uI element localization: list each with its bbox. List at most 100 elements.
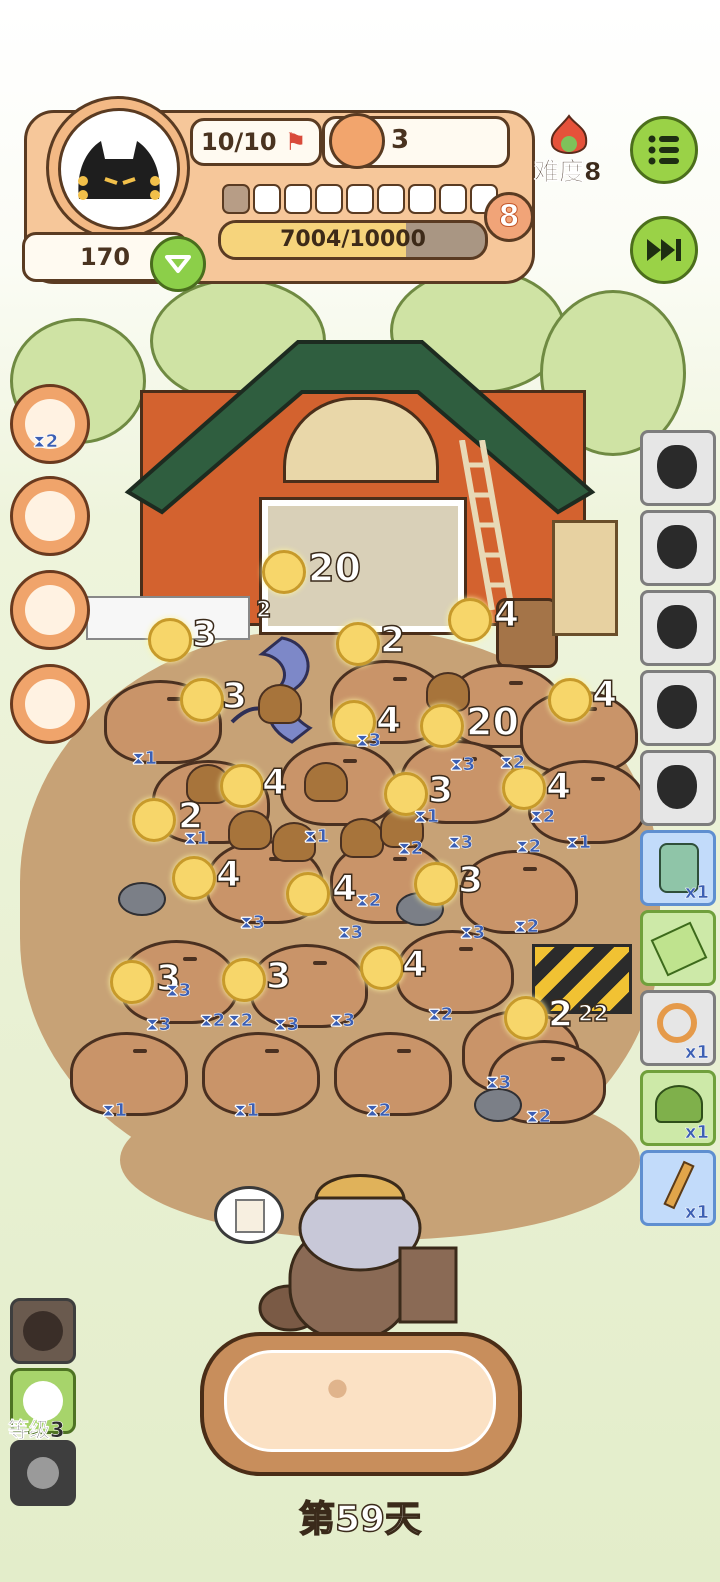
item-count: x1	[684, 1122, 710, 1144]
count-label: 4	[493, 593, 520, 636]
heart-button[interactable]	[150, 236, 206, 292]
food-value: 3	[391, 125, 410, 155]
hourglass-timer: ⧗1	[102, 1100, 128, 1122]
paw-coin[interactable]	[336, 622, 380, 666]
paw-coin[interactable]	[448, 598, 492, 642]
paw-coin[interactable]	[548, 678, 592, 722]
poop[interactable]	[340, 818, 384, 858]
item-slot[interactable]	[640, 750, 716, 826]
tent-icon	[655, 1085, 703, 1123]
paw-coin[interactable]	[220, 764, 264, 808]
paw-coin[interactable]	[110, 960, 154, 1004]
item-count: x1	[684, 1042, 710, 1064]
item-slot[interactable]: x1	[640, 1150, 716, 1226]
trash-bag-icon	[657, 605, 697, 649]
keeper-character[interactable]	[250, 1158, 460, 1338]
menu-button[interactable]	[630, 116, 698, 184]
coin-value: 170	[79, 243, 131, 271]
item-count: x1	[684, 882, 710, 904]
trash-bag-icon	[657, 685, 697, 729]
item-slot[interactable]: x1	[640, 830, 716, 906]
level-badge: 8	[484, 192, 534, 242]
count-label: 20	[465, 699, 519, 745]
hourglass-timer: ⧗3	[356, 730, 382, 752]
fast-forward-button[interactable]	[630, 216, 698, 284]
count-label: 3	[427, 769, 454, 812]
paw-coin[interactable]	[262, 550, 306, 594]
poop[interactable]	[228, 810, 272, 850]
cat-treat-button[interactable]: ⧗2	[10, 384, 90, 464]
hourglass-timer: ⧗2	[516, 836, 542, 858]
box-button[interactable]	[10, 570, 90, 650]
hourglass-timer: ⧗2	[33, 431, 59, 453]
food-bowl-icon	[329, 113, 385, 169]
food-bowl-icon	[25, 491, 75, 541]
item-slot[interactable]: x1	[640, 1070, 716, 1146]
trash-bag-icon	[657, 765, 697, 809]
hourglass-timer: ⧗1	[234, 1100, 260, 1122]
food-bowl-button[interactable]	[10, 1298, 76, 1364]
count-label: 4	[591, 673, 618, 716]
avatar[interactable]	[58, 108, 180, 230]
level-segment	[253, 184, 281, 214]
level-segment	[346, 184, 374, 214]
action-pad[interactable]: ●	[200, 1332, 522, 1476]
level-segment	[377, 184, 405, 214]
level-segment	[439, 184, 467, 214]
level-segment	[315, 184, 343, 214]
paw-coin[interactable]	[360, 946, 404, 990]
poop[interactable]	[258, 684, 302, 724]
mouse[interactable]	[474, 1088, 522, 1122]
hourglass-timer: ⧗2	[356, 890, 382, 912]
item-slot[interactable]	[640, 590, 716, 666]
paw-coin[interactable]	[222, 958, 266, 1002]
paw-coin[interactable]	[504, 996, 548, 1040]
hourglass-timer: ⧗2	[200, 1010, 226, 1032]
item-slot[interactable]	[640, 910, 716, 986]
mouse[interactable]	[118, 882, 166, 916]
item-slot[interactable]	[640, 430, 716, 506]
hourglass-timer: ⧗1	[566, 832, 592, 854]
count-label: 4	[545, 765, 572, 808]
trash-bag-icon	[657, 445, 697, 489]
capybara[interactable]	[70, 1032, 188, 1116]
hourglass-timer: ⧗2	[526, 1106, 552, 1128]
paw-coin[interactable]	[414, 862, 458, 906]
food-bowl-button[interactable]	[10, 476, 90, 556]
count-label: 2	[547, 993, 574, 1036]
hourglass-timer: ⧗3	[450, 754, 476, 776]
hourglass-timer: ⧗3	[240, 912, 266, 934]
fast-forward-icon	[647, 239, 681, 261]
list-icon	[648, 135, 679, 165]
item-slot[interactable]	[640, 670, 716, 746]
paw-coin[interactable]	[148, 618, 192, 662]
paw-coin[interactable]	[172, 856, 216, 900]
hourglass-timer: ⧗2	[228, 1010, 254, 1032]
count-label: 3	[457, 859, 484, 902]
bowl-icon	[23, 1311, 63, 1351]
hourglass-timer: ⧗2	[428, 1004, 454, 1026]
black-cat-icon	[78, 141, 160, 200]
paw-coin[interactable]	[420, 704, 464, 748]
paw-button[interactable]	[10, 1440, 76, 1506]
paw-coin[interactable]	[180, 678, 224, 722]
count-label: 4	[261, 761, 288, 804]
hourglass-timer: ⧗3	[330, 1010, 356, 1032]
capybara[interactable]	[334, 1032, 452, 1116]
capybara[interactable]	[202, 1032, 320, 1116]
level-segment	[222, 184, 250, 214]
poop[interactable]	[304, 762, 348, 802]
item-slot[interactable]	[640, 510, 716, 586]
health-button[interactable]	[10, 664, 90, 744]
hourglass-timer: ⧗3	[274, 1014, 300, 1036]
paw-coin[interactable]	[132, 798, 176, 842]
lives-counter: 10/10 ⚑	[190, 118, 322, 166]
item-slot[interactable]: x1	[640, 990, 716, 1066]
fruit-crate	[552, 520, 618, 636]
hourglass-timer: ⧗1	[414, 806, 440, 828]
difficulty-label: 难度8	[534, 157, 602, 187]
hourglass-timer: ⧗3	[146, 1014, 172, 1036]
ticket-icon	[650, 921, 708, 977]
paw-coin[interactable]	[286, 872, 330, 916]
trash-bag-icon	[657, 525, 697, 569]
